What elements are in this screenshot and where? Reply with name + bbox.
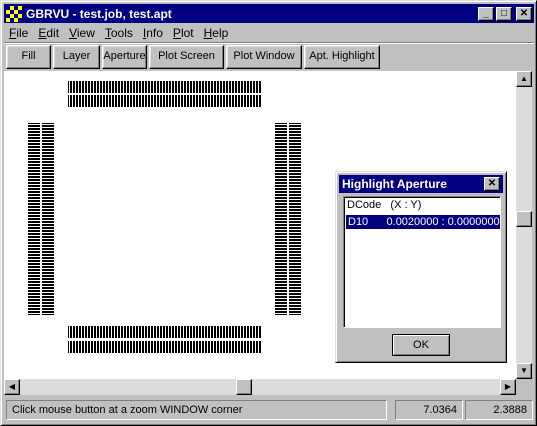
apt-highlight-button[interactable]: Apt. Highlight [304,45,380,69]
menu-file[interactable]: File [4,26,33,40]
menu-help-accel: H [203,26,213,40]
menu-info[interactable]: Info [138,26,168,40]
menu-edit-label: dit [46,26,60,40]
title-bar[interactable]: GBRVU - test.job, test.apt _ □ ✕ [4,4,534,23]
menu-plot[interactable]: Plot [168,26,199,40]
minimize-button[interactable]: _ [478,6,494,21]
aperture-list[interactable]: DCode (X : Y) D10 0.0020000 : 0.0000000 [343,196,501,328]
status-x-coordinate: 7.0364 [395,400,463,420]
toolbar: Fill Layer Aperture Plot Screen Plot Win… [6,45,382,69]
menu-info-label: nfo [146,26,163,40]
minimize-icon: _ [483,7,489,19]
menu-help[interactable]: Help [199,26,234,40]
arrow-right-icon: ▶ [504,382,512,391]
window-title: GBRVU - test.job, test.apt [26,6,172,21]
layer-button[interactable]: Layer [53,45,100,69]
menu-tools-label: ools [110,26,133,40]
vertical-scrollbar[interactable]: ▲ ▼ [516,71,532,379]
horizontal-scrollbar[interactable]: ◀ ▶ [4,379,516,395]
menu-view-label: iew [76,26,95,40]
plot-screen-button[interactable]: Plot Screen [149,45,224,69]
list-header: DCode (X : Y) [347,199,422,211]
scroll-up-button[interactable]: ▲ [516,71,532,87]
menu-view-accel: V [69,26,77,40]
menu-plot-label: lot [180,26,194,40]
arrow-down-icon: ▼ [520,366,528,375]
main-window: GBRVU - test.job, test.apt _ □ ✕ File Ed… [0,0,537,426]
horizontal-scroll-thumb[interactable] [236,379,252,395]
menu-plot-accel: P [172,26,181,40]
scroll-left-button[interactable]: ◀ [4,379,20,395]
menu-view[interactable]: View [64,26,100,40]
status-y-coordinate: 2.3888 [465,400,533,420]
ok-button[interactable]: OK [392,334,450,356]
dialog-title: Highlight Aperture [342,177,447,191]
menu-edit[interactable]: Edit [33,26,64,40]
maximize-button[interactable]: □ [496,6,512,21]
menu-bar: File Edit View Tools Info Plot Help [4,24,534,42]
highlight-aperture-dialog: Highlight Aperture ✕ DCode (X : Y) D10 0… [335,171,507,363]
close-icon: ✕ [519,7,529,19]
status-bar: Click mouse button at a zoom WINDOW corn… [4,397,534,423]
right-pad-column [275,123,301,315]
close-icon: ✕ [487,178,497,189]
status-message: Click mouse button at a zoom WINDOW corn… [6,400,387,420]
scroll-down-button[interactable]: ▼ [516,363,532,379]
menu-help-label: elp [212,26,229,40]
app-icon[interactable] [6,5,22,22]
vertical-scroll-thumb[interactable] [516,211,532,227]
dialog-title-bar[interactable]: Highlight Aperture ✕ [339,175,503,193]
bottom-pad-row [68,326,262,353]
top-pad-row [68,81,262,107]
arrow-left-icon: ◀ [8,382,16,391]
arrow-up-icon: ▲ [520,74,528,83]
scroll-right-button[interactable]: ▶ [500,379,516,395]
menu-tools[interactable]: Tools [100,26,138,40]
fill-button[interactable]: Fill [6,45,51,69]
aperture-button[interactable]: Aperture [102,45,147,69]
left-pad-column [28,123,54,315]
dialog-close-button[interactable]: ✕ [484,177,500,191]
plot-window-button[interactable]: Plot Window [226,45,302,69]
maximize-icon: □ [500,7,508,19]
scroll-corner [516,379,532,395]
list-item[interactable]: D10 0.0020000 : 0.0000000 [346,215,500,229]
menu-file-label: ile [16,26,29,40]
menu-separator [4,42,534,44]
close-button[interactable]: ✕ [516,6,532,21]
